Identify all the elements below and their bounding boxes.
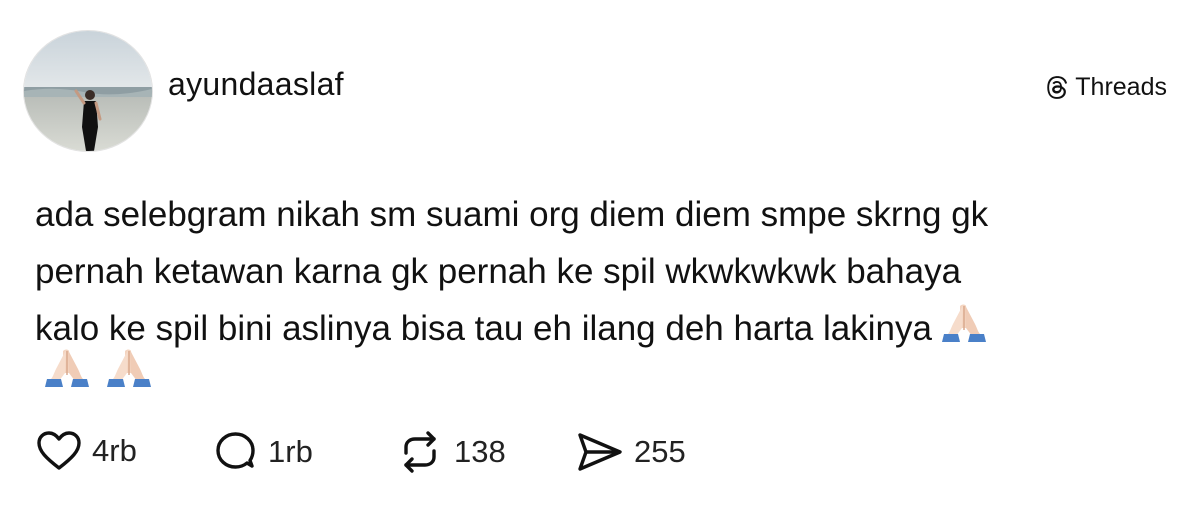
share-count: 255 [634,434,686,469]
post-text-line-3: kalo ke spil bini aslinya bisa tau eh il… [35,309,932,348]
threads-brand: Threads [1044,73,1167,102]
send-icon [578,433,622,471]
threads-logo-icon [1047,76,1068,99]
folded-hands-emoji [103,345,155,391]
like-count: 4rb [92,433,137,468]
avatar[interactable] [23,30,153,152]
post-text: ada selebgram nikah sm suami org diem di… [35,186,1155,357]
avatar-photo [24,31,152,151]
like-button[interactable]: 4rb [36,430,137,472]
post-text-line-2: pernah ketawan karna gk pernah ke spil w… [35,252,962,291]
folded-hands-emoji [41,345,93,391]
reply-button[interactable]: 1rb [214,430,313,474]
emoji-row [35,345,155,391]
repost-button[interactable]: 138 [396,430,506,474]
username-link[interactable]: ayundaaslaf [168,66,344,103]
share-button[interactable]: 255 [576,430,686,474]
reply-count: 1rb [268,434,313,469]
comment-bubble-icon [216,432,255,469]
threads-brand-label: Threads [1075,73,1167,101]
folded-hands-emoji [938,300,990,346]
heart-icon [37,431,81,470]
repost-icon [404,431,436,473]
post-text-line-1: ada selebgram nikah sm suami org diem di… [35,195,989,234]
repost-count: 138 [454,434,506,469]
